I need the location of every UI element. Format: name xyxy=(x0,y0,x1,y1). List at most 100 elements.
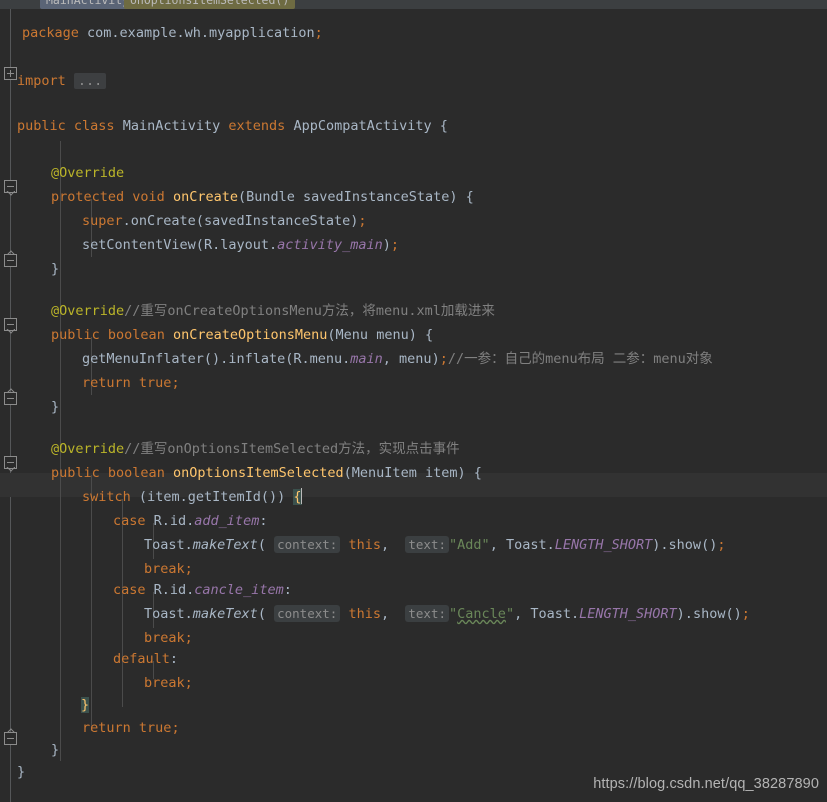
text-caret xyxy=(300,488,302,504)
keyword-case: case xyxy=(113,513,146,529)
code-line-break-3: break; xyxy=(144,675,193,691)
keyword-case: case xyxy=(113,582,146,598)
call-oncreate: onCreate xyxy=(130,213,196,229)
class-toast: Toast xyxy=(505,537,547,553)
code-line-case-cancle: case R.id.cancle_item: xyxy=(113,582,292,598)
code-line-close-switch: } xyxy=(81,693,90,717)
comment-params: //一参：自己的menu布局 二参：menu对象 xyxy=(447,351,713,367)
arg-savedinstancestate: savedInstanceState xyxy=(203,213,351,229)
keyword-public: public xyxy=(51,327,100,343)
annotation-override: @Override xyxy=(51,165,125,181)
string-cancle-misspelled: Cancle xyxy=(457,606,506,622)
call-getmenuinflater: getMenuInflater xyxy=(82,351,204,367)
keyword-return: return xyxy=(82,720,131,736)
annotation-override: @Override xyxy=(51,441,125,457)
code-line-toast-add: Toast.makeText( context: this, text: "Add… xyxy=(144,536,726,553)
field-add-item: add_item xyxy=(194,513,260,529)
ref-r-layout: R.layout. xyxy=(203,237,278,253)
code-line-class-decl: public class MainActivity extends AppCom… xyxy=(17,118,448,134)
param-hint-text: text: xyxy=(405,605,450,622)
breadcrumb-item-class[interactable]: MainActivity xyxy=(40,0,136,9)
field-activity-main: activity_main xyxy=(277,237,383,253)
call-inflate: inflate xyxy=(228,351,286,367)
string-add: Add xyxy=(457,537,482,553)
call-setcontentview: setContentView xyxy=(82,237,196,253)
code-line-override-2: @Override//重写onCreateOptionsMenu方法，将menu… xyxy=(51,299,495,323)
param-menu: menu xyxy=(376,327,409,343)
class-toast: Toast xyxy=(530,606,571,622)
code-line-oncreateoptionsmenu-signature: public boolean onCreateOptionsMenu(Menu … xyxy=(51,327,434,343)
call-show: show xyxy=(692,606,726,622)
fold-end-onoptionsitemselected-icon[interactable] xyxy=(4,732,17,745)
code-line-import: import ... xyxy=(17,69,107,93)
annotation-override: @Override xyxy=(51,303,125,319)
param-hint-context: context: xyxy=(274,605,341,622)
fold-collapse-oncreateoptionsmenu-icon[interactable] xyxy=(4,318,17,331)
param-hint-text: text: xyxy=(405,536,450,553)
code-line-super-oncreate: super.onCreate(savedInstanceState); xyxy=(82,213,367,229)
keyword-default: default xyxy=(113,651,170,667)
code-line-package: package com.example.wh.myapplication; xyxy=(22,25,323,41)
code-line-close-oncreateoptionsmenu: } xyxy=(51,399,60,415)
code-line-toast-cancle: Toast.makeText( context: this, text: "Can… xyxy=(144,605,750,622)
code-line-override-1: @Override xyxy=(51,161,124,185)
watermark-url: https://blog.csdn.net/qq_38287890 xyxy=(593,776,819,792)
fold-collapse-onoptionsitemselected-icon[interactable] xyxy=(4,456,17,469)
fold-end-oncreate-icon[interactable] xyxy=(4,254,17,267)
keyword-true: true xyxy=(138,375,172,391)
keyword-switch: switch xyxy=(82,489,131,505)
call-maketext: makeText xyxy=(192,606,258,622)
fold-end-oncreateoptionsmenu-icon[interactable] xyxy=(4,392,17,405)
code-line-close-oncreate: } xyxy=(51,261,60,277)
param-item: item xyxy=(424,465,458,481)
code-editor[interactable]: package com.example.wh.myapplication; im… xyxy=(0,9,827,802)
method-name-onoptionsitemselected: onOptionsItemSelected xyxy=(172,465,344,481)
code-content[interactable]: package com.example.wh.myapplication; im… xyxy=(0,9,827,802)
field-cancle-item: cancle_item xyxy=(194,582,284,598)
type-bundle: Bundle xyxy=(246,189,295,205)
matched-brace-close: } xyxy=(81,697,90,713)
ref-r-id: R.id. xyxy=(153,582,195,598)
keyword-extends: extends xyxy=(228,118,286,134)
code-line-return-true-2: return true; xyxy=(82,720,180,736)
comment-onoptionsitemselected: //重写onOptionsItemSelected方法，实现点击事件 xyxy=(124,441,460,457)
code-line-return-true-1: return true; xyxy=(82,375,180,391)
code-line-inflate: getMenuInflater().inflate(R.menu.main, m… xyxy=(82,351,713,367)
method-name-oncreate: onCreate xyxy=(172,189,238,205)
keyword-boolean: boolean xyxy=(107,327,165,343)
call-maketext: makeText xyxy=(192,537,258,553)
code-line-setcontentview: setContentView(R.layout.activity_main); xyxy=(82,237,400,253)
code-line-case-add: case R.id.add_item: xyxy=(113,513,268,529)
param-hint-context: context: xyxy=(274,536,341,553)
keyword-class: class xyxy=(73,118,115,134)
keyword-public: public xyxy=(51,465,100,481)
breadcrumb-item-method[interactable]: onOptionsItemSelected() xyxy=(124,0,296,9)
keyword-boolean: boolean xyxy=(107,465,165,481)
folded-import-region[interactable]: ... xyxy=(73,73,107,89)
breadcrumb: MainActivity onOptionsItemSelected() xyxy=(0,0,827,9)
param-savedinstancestate: savedInstanceState xyxy=(303,189,450,205)
field-length-short: LENGTH_SHORT xyxy=(554,537,653,553)
class-toast: Toast xyxy=(144,606,185,622)
ref-r-menu: R.menu. xyxy=(293,351,351,367)
fold-collapse-oncreate-icon[interactable] xyxy=(4,180,17,193)
keyword-import: import xyxy=(17,73,66,89)
field-main: main xyxy=(350,351,383,367)
code-line-oncreate-signature: protected void onCreate(Bundle savedInst… xyxy=(51,189,474,205)
keyword-void: void xyxy=(132,189,165,205)
field-length-short: LENGTH_SHORT xyxy=(579,606,677,622)
comment-oncreateoptionsmenu: //重写onCreateOptionsMenu方法，将menu.xml加载进来 xyxy=(124,303,495,319)
keyword-return: return xyxy=(82,375,131,391)
fold-expand-import-icon[interactable] xyxy=(4,67,17,80)
keyword-super: super xyxy=(82,213,123,229)
keyword-package: package xyxy=(22,25,79,41)
keyword-true: true xyxy=(138,720,172,736)
call-show: show xyxy=(668,537,702,553)
code-line-close-onoptionsitemselected: } xyxy=(51,742,60,758)
keyword-this: this xyxy=(348,606,381,622)
gutter-rail xyxy=(10,9,11,802)
keyword-break: break xyxy=(144,675,185,691)
keyword-break: break xyxy=(144,561,185,577)
superclass-name: AppCompatActivity xyxy=(293,118,432,134)
code-line-onoptionsitemselected-signature: public boolean onOptionsItemSelected(Men… xyxy=(51,465,482,481)
